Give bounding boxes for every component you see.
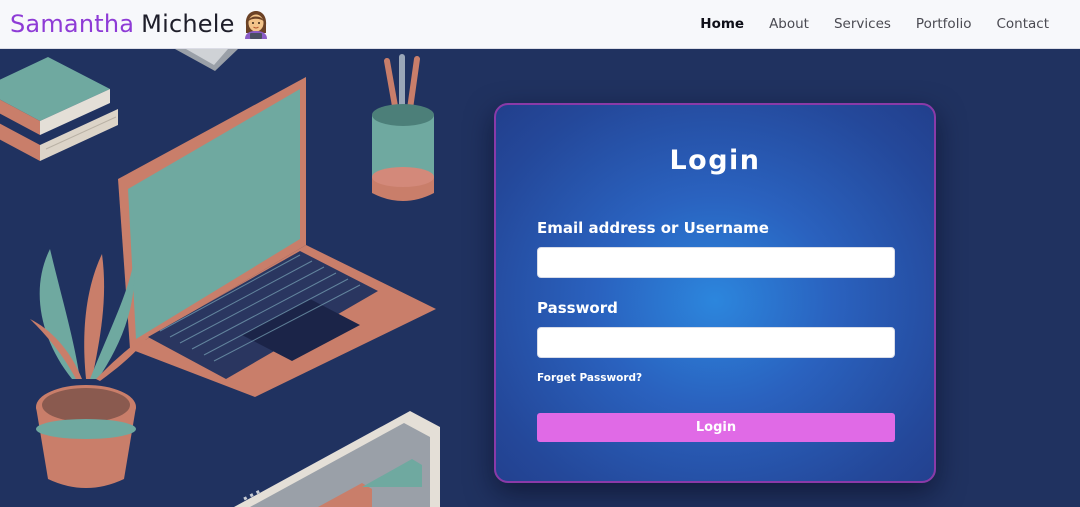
login-card: Login Email address or Username Password… <box>494 103 936 483</box>
nav-link-contact[interactable]: Contact <box>996 16 1049 32</box>
forget-password-link[interactable]: Forget Password? <box>537 372 642 384</box>
password-label: Password <box>537 299 618 317</box>
books-illustration <box>0 57 118 161</box>
woman-technologist-icon <box>242 9 270 39</box>
plant-illustration <box>30 249 150 488</box>
nav-link-home[interactable]: Home <box>700 16 744 32</box>
nav-link-about[interactable]: About <box>769 16 809 32</box>
pencil-cup-illustration <box>372 54 434 201</box>
nav-link-portfolio[interactable]: Portfolio <box>916 16 972 32</box>
login-title: Login <box>669 145 761 176</box>
hero-section: Login Email address or Username Password… <box>0 49 1080 507</box>
email-field[interactable] <box>537 247 895 278</box>
brand-first-name: Samantha <box>10 10 135 38</box>
nav-menu: Home About Services Portfolio Contact <box>675 16 1049 32</box>
password-field[interactable] <box>537 327 895 358</box>
email-label: Email address or Username <box>537 219 769 237</box>
brand-logo[interactable]: Samantha Michele <box>10 9 270 39</box>
window-illustration <box>234 411 440 507</box>
navbar: Samantha Michele Home About Services Por… <box>0 0 1080 49</box>
login-button[interactable]: Login <box>537 413 895 442</box>
nav-link-services[interactable]: Services <box>834 16 891 32</box>
brand-last-name: Michele <box>141 10 235 38</box>
